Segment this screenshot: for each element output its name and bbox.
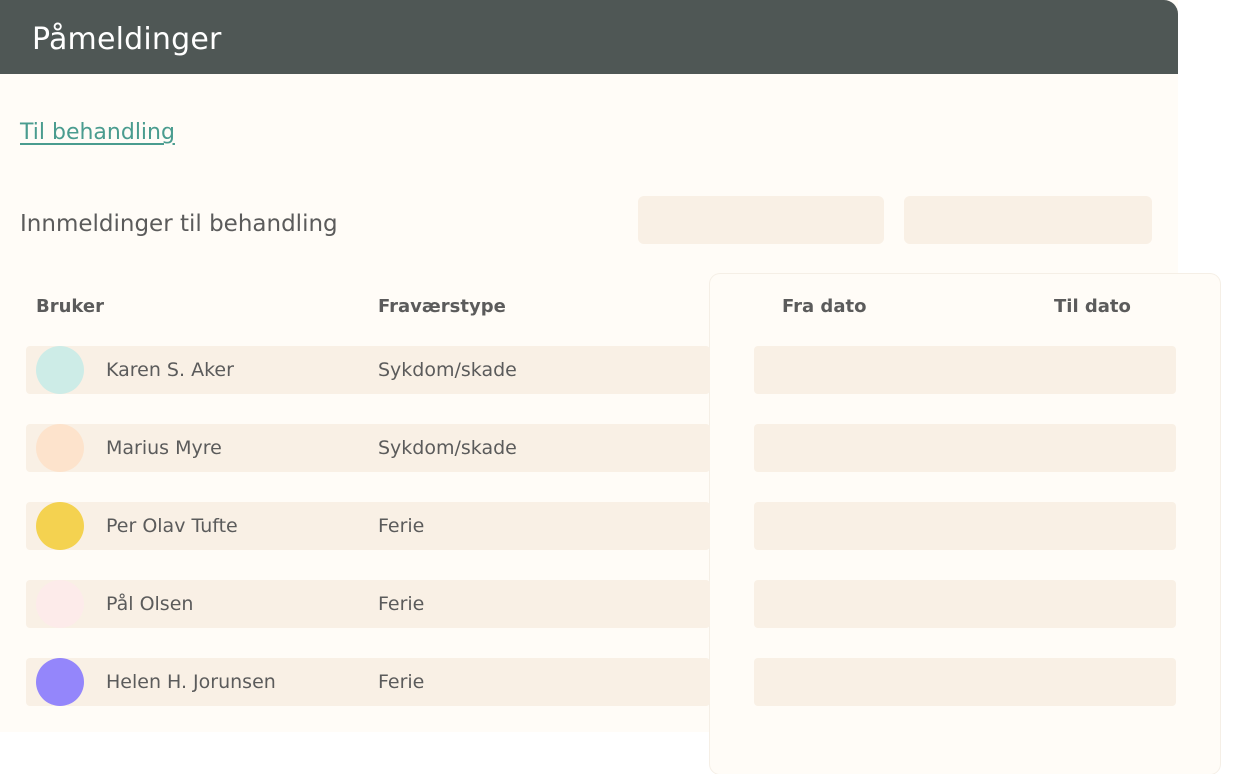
user-name: Karen S. Aker (106, 359, 234, 381)
date-cell[interactable] (754, 502, 1176, 550)
absence-type: Ferie (378, 515, 425, 537)
table-row[interactable]: Per Olav Tufte Ferie (26, 502, 710, 550)
avatar (36, 502, 84, 550)
user-name: Per Olav Tufte (106, 515, 238, 537)
table-row[interactable]: Helen H. Jorunsen Ferie (26, 658, 710, 706)
user-name: Marius Myre (106, 437, 222, 459)
column-header-bruker[interactable]: Bruker (36, 296, 104, 317)
filter-field-1[interactable] (638, 196, 884, 244)
avatar (36, 424, 84, 472)
table-row[interactable]: Pål Olsen Ferie (26, 580, 710, 628)
column-header-fra-dato[interactable]: Fra dato (782, 296, 866, 317)
filter-field-2[interactable] (904, 196, 1152, 244)
avatar (36, 658, 84, 706)
table-row[interactable]: Karen S. Aker Sykdom/skade (26, 346, 710, 394)
absence-type: Ferie (378, 593, 425, 615)
absence-type: Sykdom/skade (378, 359, 517, 381)
date-cell[interactable] (754, 658, 1176, 706)
absence-type: Ferie (378, 671, 425, 693)
user-name: Pål Olsen (106, 593, 194, 615)
date-cell[interactable] (754, 424, 1176, 472)
til-behandling-link[interactable]: Til behandling (20, 120, 175, 145)
user-name: Helen H. Jorunsen (106, 671, 276, 693)
avatar (36, 580, 84, 628)
app-header: Påmeldinger (0, 0, 1178, 74)
page-title: Påmeldinger (32, 22, 222, 57)
column-header-fravaerstype[interactable]: Fraværstype (378, 296, 506, 317)
absence-type: Sykdom/skade (378, 437, 517, 459)
section-subtitle: Innmeldinger til behandling (20, 211, 338, 237)
date-cell[interactable] (754, 346, 1176, 394)
avatar (36, 346, 84, 394)
column-header-til-dato[interactable]: Til dato (1054, 296, 1131, 317)
date-cell[interactable] (754, 580, 1176, 628)
table-row[interactable]: Marius Myre Sykdom/skade (26, 424, 710, 472)
